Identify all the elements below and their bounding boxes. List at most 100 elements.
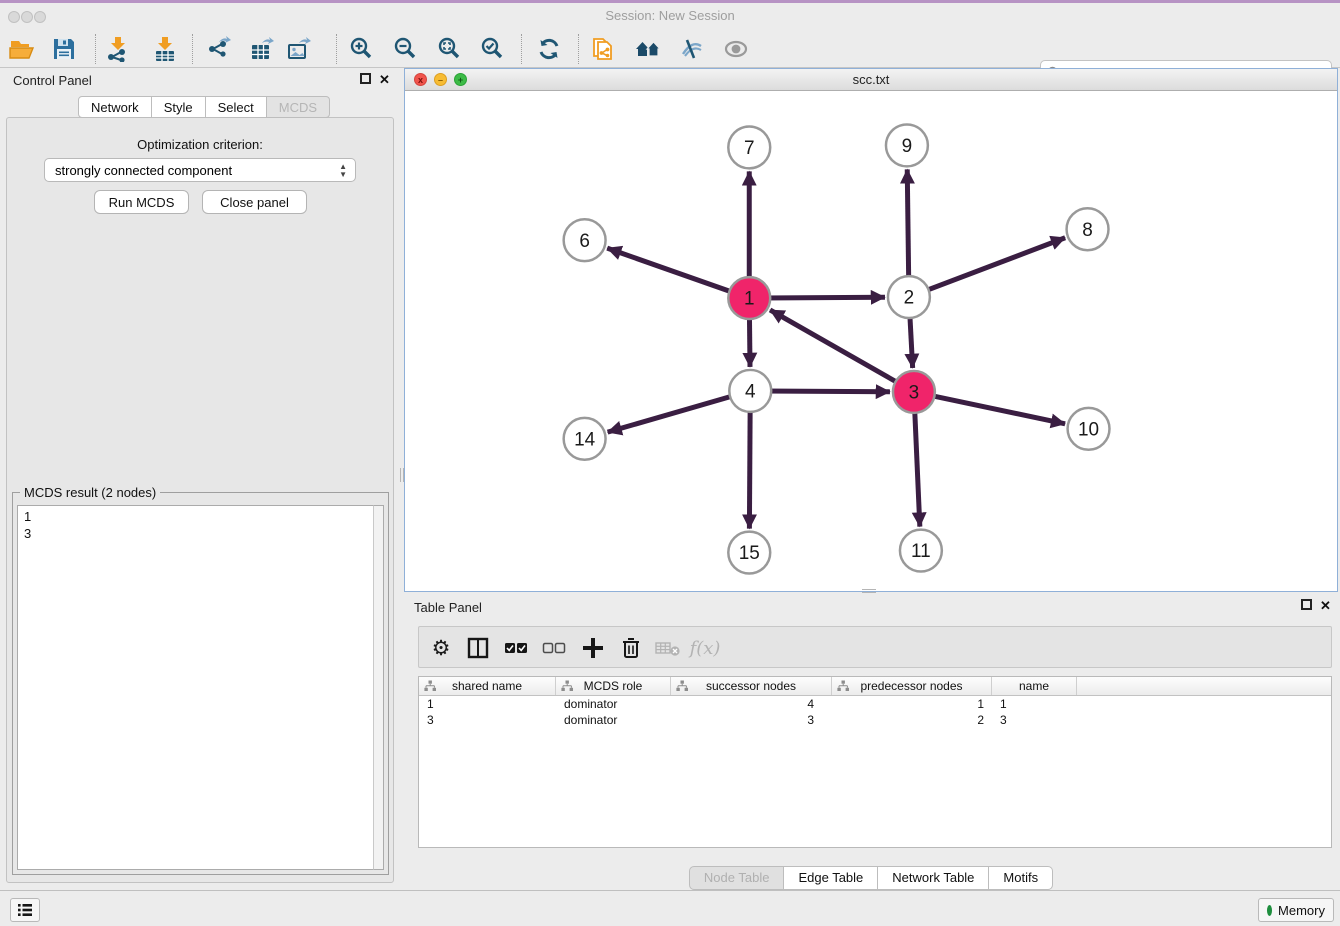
graph-edge-1-6[interactable] (607, 248, 749, 298)
delete-table-icon (654, 634, 682, 662)
node-table[interactable]: shared name MCDS role successor nodes pr… (418, 676, 1332, 848)
delete-icon[interactable] (617, 634, 645, 662)
graph-edge-4-14[interactable] (608, 391, 751, 432)
table-panel-title: Table Panel (414, 600, 482, 615)
float-table-panel-icon[interactable] (1301, 599, 1312, 613)
network-view-window: x – + scc.txt 7 9 6 8 1 2 4 3 14 10 15 11 (404, 68, 1338, 592)
export-table-icon[interactable] (248, 35, 276, 63)
result-scrollbar[interactable] (373, 505, 384, 870)
column-header-mcds-role[interactable]: MCDS role (556, 677, 671, 695)
close-table-panel-icon[interactable]: ✕ (1320, 599, 1331, 613)
import-table-icon[interactable] (151, 35, 179, 63)
graph-edge-3-10[interactable] (914, 392, 1065, 424)
tab-select[interactable]: Select (206, 96, 267, 118)
result-line: 3 (24, 525, 367, 542)
control-panel-header: Control Panel ✕ (0, 68, 400, 94)
graph-node-2[interactable]: 2 (888, 276, 930, 318)
add-column-icon[interactable] (579, 634, 607, 662)
table-cell: 3 (671, 712, 832, 728)
zoom-in-icon[interactable] (348, 35, 376, 63)
table-cell: 2 (832, 712, 992, 728)
svg-text:7: 7 (744, 138, 755, 159)
memory-button[interactable]: Memory (1258, 898, 1334, 922)
horizontal-splitter-handle[interactable] (862, 589, 876, 593)
gear-icon[interactable]: ⚙ (427, 634, 455, 662)
svg-text:3: 3 (909, 383, 920, 404)
column-type-icon (676, 680, 688, 692)
svg-text:4: 4 (745, 382, 756, 403)
export-network-icon[interactable] (206, 35, 234, 63)
network-canvas[interactable]: 7 9 6 8 1 2 4 3 14 10 15 11 (405, 91, 1337, 591)
graph-node-8[interactable]: 8 (1067, 208, 1109, 250)
graph-node-10[interactable]: 10 (1068, 408, 1110, 450)
mcds-result-list[interactable]: 13 (17, 505, 373, 870)
node-table-body[interactable]: 1dominator4113dominator323 (419, 696, 1331, 728)
criterion-select[interactable]: strongly connected component ▲▼ (44, 158, 356, 182)
graph-node-3[interactable]: 3 (893, 371, 935, 413)
network-graph[interactable]: 7 9 6 8 1 2 4 3 14 10 15 11 (405, 91, 1337, 591)
import-network-icon[interactable] (104, 35, 132, 63)
column-type-icon (561, 680, 573, 692)
table-cell: 1 (992, 696, 1077, 712)
svg-text:15: 15 (739, 543, 760, 564)
toolbar-separator (336, 34, 337, 64)
main-toolbar (0, 28, 1340, 68)
network-window-titlebar[interactable]: x – + scc.txt (405, 69, 1337, 91)
float-panel-icon[interactable] (360, 73, 371, 87)
mcds-result-group: MCDS result (2 nodes) 13 (12, 492, 389, 875)
tab-node-table[interactable]: Node Table (689, 866, 785, 890)
tab-network-table[interactable]: Network Table (878, 866, 989, 890)
table-row[interactable]: 1dominator411 (419, 696, 1331, 712)
svg-text:6: 6 (579, 231, 590, 252)
home-icon[interactable] (634, 35, 662, 63)
table-row[interactable]: 3dominator323 (419, 712, 1331, 728)
graph-node-4[interactable]: 4 (729, 370, 771, 412)
graph-node-14[interactable]: 14 (564, 418, 606, 460)
zoom-selected-icon[interactable] (479, 35, 507, 63)
svg-text:9: 9 (902, 136, 913, 157)
tab-motifs[interactable]: Motifs (989, 866, 1053, 890)
column-header-name[interactable]: name (992, 677, 1077, 695)
split-columns-icon[interactable] (464, 634, 492, 662)
save-session-icon[interactable] (50, 35, 78, 63)
run-mcds-button[interactable]: Run MCDS (94, 190, 189, 214)
table-tabs: Node Table Edge Table Network Table Moti… (404, 866, 1338, 890)
graph-node-15[interactable]: 15 (728, 532, 770, 574)
hide-panels-icon[interactable] (678, 35, 706, 63)
open-session-icon[interactable] (8, 35, 36, 63)
table-cell: 3 (419, 712, 556, 728)
zoom-out-icon[interactable] (392, 35, 420, 63)
clone-network-icon[interactable] (590, 35, 618, 63)
export-image-icon[interactable] (285, 35, 313, 63)
column-type-icon (424, 680, 436, 692)
graph-node-11[interactable]: 11 (900, 530, 942, 572)
graph-node-7[interactable]: 7 (728, 126, 770, 168)
graph-node-1[interactable]: 1 (728, 277, 770, 319)
criterion-selected-value: strongly connected component (55, 163, 232, 178)
memory-status-icon (1267, 905, 1272, 916)
graph-node-9[interactable]: 9 (886, 124, 928, 166)
tab-edge-table[interactable]: Edge Table (784, 866, 878, 890)
column-header-successor-nodes[interactable]: successor nodes (671, 677, 832, 695)
close-panel-button[interactable]: Close panel (202, 190, 307, 214)
control-panel-title: Control Panel (13, 73, 92, 88)
vertical-splitter-handle[interactable] (400, 468, 404, 482)
deselect-all-icon[interactable] (540, 634, 568, 662)
graph-edge-2-8[interactable] (909, 238, 1065, 297)
svg-text:2: 2 (904, 288, 915, 309)
graph-node-6[interactable]: 6 (564, 219, 606, 261)
tab-mcds[interactable]: MCDS (267, 96, 330, 118)
close-panel-icon[interactable]: ✕ (379, 73, 390, 87)
tab-network[interactable]: Network (78, 96, 152, 118)
column-header-predecessor-nodes[interactable]: predecessor nodes (832, 677, 992, 695)
select-all-icon[interactable] (502, 634, 530, 662)
column-header-shared-name[interactable]: shared name (419, 677, 556, 695)
zoom-fit-icon[interactable] (436, 35, 464, 63)
svg-text:10: 10 (1078, 419, 1099, 440)
tab-style[interactable]: Style (152, 96, 206, 118)
refresh-layout-icon[interactable] (535, 35, 563, 63)
graph-edge-3-1[interactable] (770, 310, 914, 392)
toolbar-separator (521, 34, 522, 64)
task-history-button[interactable] (10, 898, 40, 922)
table-panel-header: Table Panel ✕ (404, 594, 1338, 620)
